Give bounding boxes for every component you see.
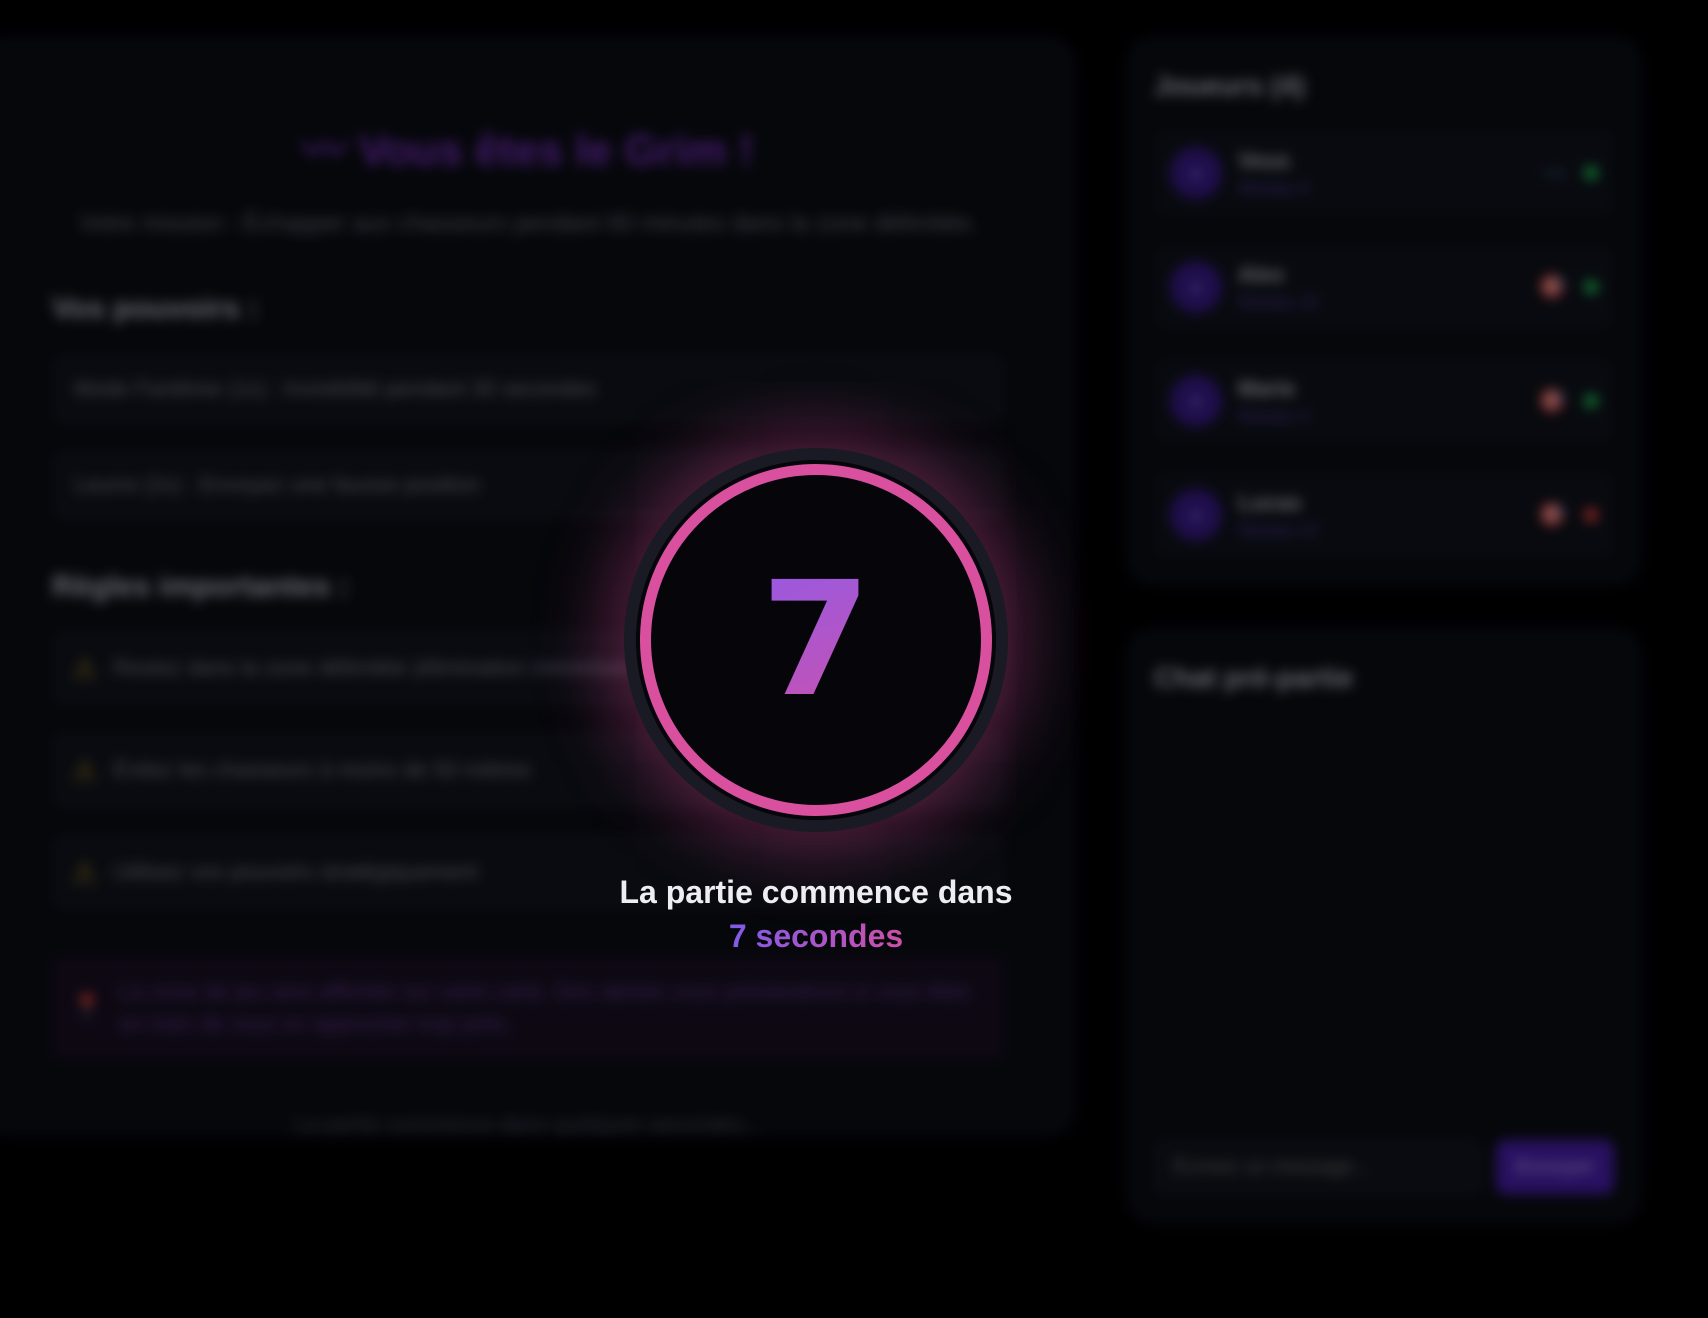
- countdown-circle: 7: [624, 448, 1008, 832]
- countdown-label: La partie commence dans: [619, 874, 1013, 910]
- game-lobby-screen: 〰 Vous êtes le Grim ! Votre mission : Éch…: [0, 0, 1708, 1318]
- countdown-number: 7: [636, 460, 996, 820]
- countdown-seconds: 7 secondes: [560, 918, 1072, 955]
